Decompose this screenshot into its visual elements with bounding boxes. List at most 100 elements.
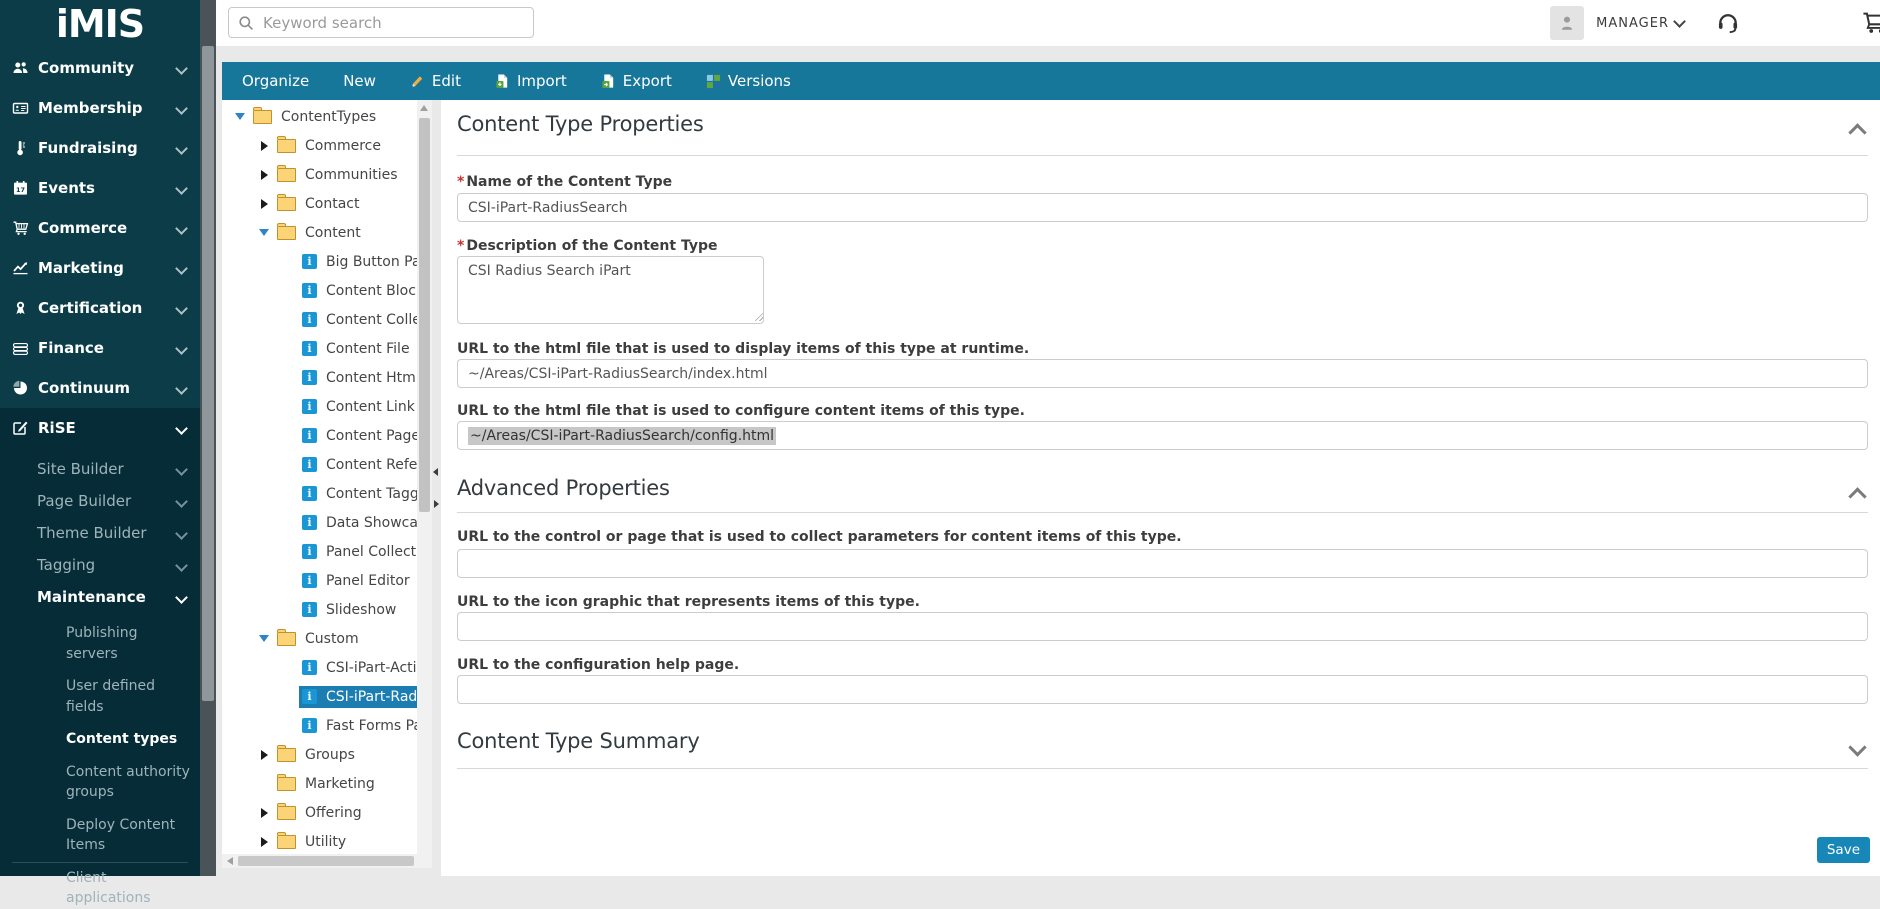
- panel-splitter[interactable]: [432, 100, 441, 876]
- tree-item-contact[interactable]: Contact: [222, 189, 417, 218]
- tree-vertical-scrollbar[interactable]: [417, 100, 432, 854]
- info-icon: i: [302, 486, 317, 501]
- section-divider: [457, 155, 1868, 156]
- chevron-down-icon: [1673, 15, 1686, 28]
- expander-closed-icon[interactable]: [258, 198, 270, 210]
- sidebar-item-fundraising[interactable]: Fundraising: [0, 128, 200, 168]
- collapse-section-icon[interactable]: [1848, 123, 1866, 141]
- user-menu[interactable]: MANAGER: [1550, 6, 1684, 40]
- toolbar-organize[interactable]: Organize: [242, 72, 309, 90]
- sidebar-item-client-applications[interactable]: Client applications: [66, 868, 192, 909]
- expand-section-icon[interactable]: [1848, 738, 1866, 756]
- tree-item-commerce[interactable]: Commerce: [222, 131, 417, 160]
- scrollbar-thumb[interactable]: [238, 856, 414, 866]
- sidebar-item-marketing[interactable]: Marketing: [0, 248, 200, 288]
- sidebar-item-certification[interactable]: Certification: [0, 288, 200, 328]
- expander-open-icon[interactable]: [258, 633, 270, 645]
- tree-item-groups[interactable]: Groups: [222, 740, 417, 769]
- expander-closed-icon[interactable]: [258, 749, 270, 761]
- display-url-input[interactable]: [457, 359, 1868, 388]
- toolbar-new[interactable]: New: [343, 72, 376, 90]
- sidebar-item-commerce[interactable]: Commerce: [0, 208, 200, 248]
- name-input[interactable]: [457, 193, 1868, 222]
- help-url-input[interactable]: [457, 675, 1868, 704]
- tree-item-panel-collection[interactable]: iPanel Collecti: [222, 537, 417, 566]
- parameters-url-input[interactable]: [457, 549, 1868, 578]
- expander-closed-icon[interactable]: [258, 807, 270, 819]
- tree-item-big-button-panel[interactable]: iBig Button Pa: [222, 247, 417, 276]
- tree-item-custom[interactable]: Custom: [222, 624, 417, 653]
- info-icon: i: [302, 544, 317, 559]
- cart-icon[interactable]: [1862, 10, 1880, 38]
- tree-item-content-html[interactable]: iContent Html: [222, 363, 417, 392]
- tree-item-content-reference[interactable]: iContent Refer: [222, 450, 417, 479]
- collapse-right-icon[interactable]: [434, 500, 439, 508]
- toolbar-edit[interactable]: Edit: [410, 72, 461, 90]
- tree-item-marketing[interactable]: Marketing: [222, 769, 417, 798]
- selected-text: ~/Areas/CSI-iPart-RadiusSearch/config.ht…: [468, 427, 776, 445]
- tree-item-fast-forms[interactable]: iFast Forms Pa: [222, 711, 417, 740]
- tree-item-panel-editor[interactable]: iPanel Editor: [222, 566, 417, 595]
- tree-item-communities[interactable]: Communities: [222, 160, 417, 189]
- expander-closed-icon[interactable]: [258, 169, 270, 181]
- sidebar-item-maintenance[interactable]: Maintenance: [0, 581, 200, 613]
- collapse-section-icon[interactable]: [1848, 487, 1866, 505]
- scroll-left-arrow[interactable]: [227, 857, 233, 865]
- sidebar-item-finance[interactable]: Finance: [0, 328, 200, 368]
- tree-item-content-file[interactable]: iContent File: [222, 334, 417, 363]
- avatar: [1550, 6, 1584, 40]
- tree-item-content-link[interactable]: iContent Link: [222, 392, 417, 421]
- field-label-display-url: URL to the html file that is used to dis…: [457, 341, 1029, 357]
- collapse-left-icon[interactable]: [433, 468, 438, 476]
- tree-item-content-collection[interactable]: iContent Colle: [222, 305, 417, 334]
- scroll-up-arrow[interactable]: [420, 105, 428, 111]
- save-button[interactable]: Save: [1817, 837, 1870, 863]
- scrollbar-thumb[interactable]: [202, 46, 214, 701]
- toolbar-export[interactable]: Export: [601, 72, 672, 90]
- sidebar-item-content-authority-groups[interactable]: Content authority groups: [66, 762, 192, 803]
- toolbar-versions[interactable]: Versions: [706, 72, 791, 90]
- sidebar-item-publishing-servers[interactable]: Publishing servers: [66, 623, 192, 664]
- search-input[interactable]: [261, 13, 533, 33]
- tree-item-content-block[interactable]: iContent Block: [222, 276, 417, 305]
- expander-closed-icon[interactable]: [258, 140, 270, 152]
- svg-text:17: 17: [15, 186, 24, 194]
- section-title-properties: Content Type Properties: [457, 112, 704, 136]
- description-textarea[interactable]: CSI Radius Search iPart: [457, 256, 764, 324]
- sidebar-item-rise[interactable]: RiSE: [0, 408, 200, 448]
- configure-url-input[interactable]: ~/Areas/CSI-iPart-RadiusSearch/config.ht…: [457, 421, 1868, 450]
- toolbar-import[interactable]: Import: [495, 72, 567, 90]
- tree-item-csi-ipart-radiussearch[interactable]: iCSI-iPart-Radi: [222, 682, 417, 711]
- expander-open-icon[interactable]: [258, 227, 270, 239]
- tree-item-slideshow[interactable]: iSlideshow: [222, 595, 417, 624]
- support-headset-icon[interactable]: [1716, 11, 1740, 39]
- tree-item-content[interactable]: Content: [222, 218, 417, 247]
- expander-closed-icon[interactable]: [258, 836, 270, 848]
- sidebar-item-tagging[interactable]: Tagging: [0, 549, 200, 581]
- sidebar-item-deploy-content-items[interactable]: Deploy Content Items: [66, 815, 192, 856]
- tree-item-utility[interactable]: Utility: [222, 827, 417, 854]
- sidebar-item-continuum[interactable]: Continuum: [0, 368, 200, 408]
- tree-item-contenttypes[interactable]: ContentTypes: [222, 102, 417, 131]
- tree-item-content-tagged[interactable]: iContent Tagge: [222, 479, 417, 508]
- cart-icon: [9, 220, 31, 237]
- expander-open-icon[interactable]: [234, 111, 246, 123]
- tree-item-data-showcase[interactable]: iData Showcas: [222, 508, 417, 537]
- imis-logo[interactable]: iMIS: [0, 0, 200, 48]
- icon-url-input[interactable]: [457, 612, 1868, 641]
- sidebar-item-page-builder[interactable]: Page Builder: [0, 485, 200, 517]
- sidebar-item-user-defined-fields[interactable]: User defined fields: [66, 676, 192, 717]
- tree-horizontal-scrollbar[interactable]: [222, 854, 432, 868]
- tree-item-content-page[interactable]: iContent Page: [222, 421, 417, 450]
- sidebar-item-site-builder[interactable]: Site Builder: [0, 453, 200, 485]
- tree-item-offering[interactable]: Offering: [222, 798, 417, 827]
- sidebar-item-content-types[interactable]: Content types: [66, 729, 192, 750]
- sidebar-item-theme-builder[interactable]: Theme Builder: [0, 517, 200, 549]
- sidebar-item-membership[interactable]: Membership: [0, 88, 200, 128]
- tree-item-csi-ipart-activity[interactable]: iCSI-iPart-Activ: [222, 653, 417, 682]
- sidebar-scrollbar[interactable]: [200, 0, 216, 876]
- scrollbar-thumb[interactable]: [419, 118, 430, 512]
- folder-icon: [277, 835, 296, 849]
- sidebar-item-events[interactable]: 17 Events: [0, 168, 200, 208]
- sidebar-item-community[interactable]: Community: [0, 48, 200, 88]
